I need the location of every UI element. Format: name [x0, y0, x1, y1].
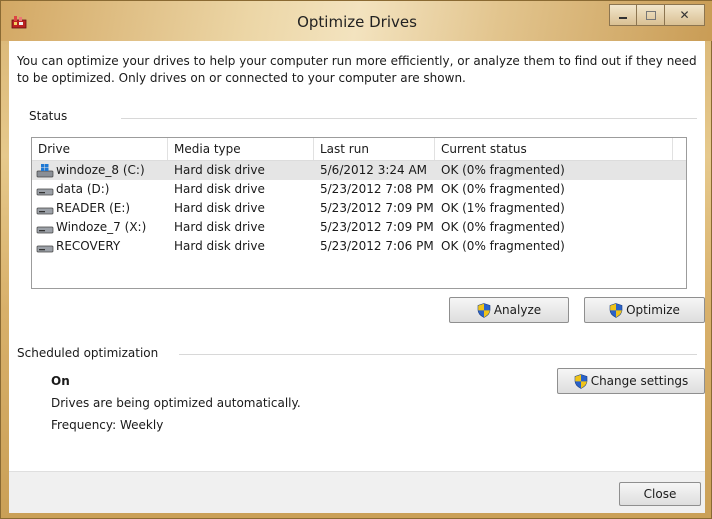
minimize-icon [619, 17, 627, 19]
close-label: Close [643, 487, 677, 501]
last-run-cell: 5/23/2012 7:09 PM [320, 220, 434, 234]
table-row[interactable]: windoze_8 (C:) Hard disk drive 5/6/2012 … [32, 161, 686, 180]
change-settings-button[interactable]: Change settings [557, 368, 705, 394]
drive-cell: data (D:) [36, 180, 110, 199]
drive-name: RECOVERY [56, 239, 121, 253]
status-divider [121, 118, 697, 119]
drive-name: data (D:) [56, 182, 110, 196]
close-icon: ✕ [679, 8, 690, 22]
uac-shield-icon [574, 373, 587, 389]
status-cell: OK (0% fragmented) [441, 239, 565, 253]
schedule-frequency: Frequency: Weekly [51, 418, 164, 432]
maximize-icon [645, 10, 656, 20]
last-run-cell: 5/6/2012 3:24 AM [320, 163, 428, 177]
scheduled-heading: Scheduled optimization [17, 346, 167, 360]
windows-drive-icon [36, 163, 54, 177]
analyze-button[interactable]: Analyze [449, 297, 569, 323]
optimize-drives-window: Optimize Drives ✕ You can optimize your … [0, 0, 712, 519]
column-header-media-type[interactable]: Media type [168, 138, 314, 160]
drive-name: READER (E:) [56, 201, 131, 215]
table-row[interactable]: data (D:) Hard disk drive 5/23/2012 7:08… [32, 180, 686, 199]
minimize-button[interactable] [609, 4, 637, 26]
uac-shield-icon [609, 302, 623, 318]
media-type-cell: Hard disk drive [174, 220, 265, 234]
hard-drive-icon [36, 245, 54, 252]
last-run-cell: 5/23/2012 7:06 PM [320, 239, 434, 253]
caption-buttons: ✕ [609, 4, 705, 26]
analyze-label: Analyze [493, 303, 542, 317]
drive-cell: RECOVERY [36, 237, 120, 256]
drive-name: windoze_8 (C:) [56, 163, 145, 177]
column-header-current-status[interactable]: Current status [435, 138, 673, 160]
column-header-drive[interactable]: Drive [32, 138, 168, 160]
maximize-button[interactable] [637, 4, 665, 26]
drives-table-header: Drive Media type Last run Current status [32, 138, 686, 161]
column-header-last-run[interactable]: Last run [314, 138, 435, 160]
dialog-body: You can optimize your drives to help you… [9, 41, 705, 513]
close-button[interactable]: Close [619, 482, 701, 506]
drive-cell: READER (E:) [36, 199, 130, 218]
status-cell: OK (0% fragmented) [441, 163, 565, 177]
uac-shield-icon [477, 302, 491, 318]
table-row[interactable]: READER (E:) Hard disk drive 5/23/2012 7:… [32, 199, 686, 218]
optimize-button[interactable]: Optimize [584, 297, 705, 323]
media-type-cell: Hard disk drive [174, 239, 265, 253]
schedule-detail: Drives are being optimized automatically… [51, 396, 301, 410]
media-type-cell: Hard disk drive [174, 182, 265, 196]
change-settings-label: Change settings [590, 374, 689, 388]
drive-cell: Windoze_7 (X:) [36, 218, 146, 237]
status-cell: OK (1% fragmented) [441, 201, 565, 215]
window-title: Optimize Drives [297, 13, 417, 31]
scheduled-divider [179, 354, 697, 355]
close-window-button[interactable]: ✕ [665, 4, 705, 26]
drives-table[interactable]: Drive Media type Last run Current status… [31, 137, 687, 289]
status-cell: OK (0% fragmented) [441, 182, 565, 196]
description-text: You can optimize your drives to help you… [17, 54, 697, 85]
button-bar: Close [9, 471, 705, 513]
hard-drive-icon [36, 226, 54, 233]
schedule-state: On [51, 374, 70, 388]
drive-name: Windoze_7 (X:) [56, 220, 147, 234]
media-type-cell: Hard disk drive [174, 163, 265, 177]
table-row[interactable]: Windoze_7 (X:) Hard disk drive 5/23/2012… [32, 218, 686, 237]
hard-drive-icon [36, 188, 54, 195]
last-run-cell: 5/23/2012 7:09 PM [320, 201, 434, 215]
media-type-cell: Hard disk drive [174, 201, 265, 215]
drive-cell: windoze_8 (C:) [36, 161, 145, 180]
status-cell: OK (0% fragmented) [441, 220, 565, 234]
status-heading: Status [29, 109, 76, 123]
optimize-label: Optimize [626, 303, 680, 317]
last-run-cell: 5/23/2012 7:08 PM [320, 182, 434, 196]
title-bar[interactable]: Optimize Drives ✕ [1, 1, 712, 41]
hard-drive-icon [36, 207, 54, 214]
table-row[interactable]: RECOVERY Hard disk drive 5/23/2012 7:06 … [32, 237, 686, 256]
